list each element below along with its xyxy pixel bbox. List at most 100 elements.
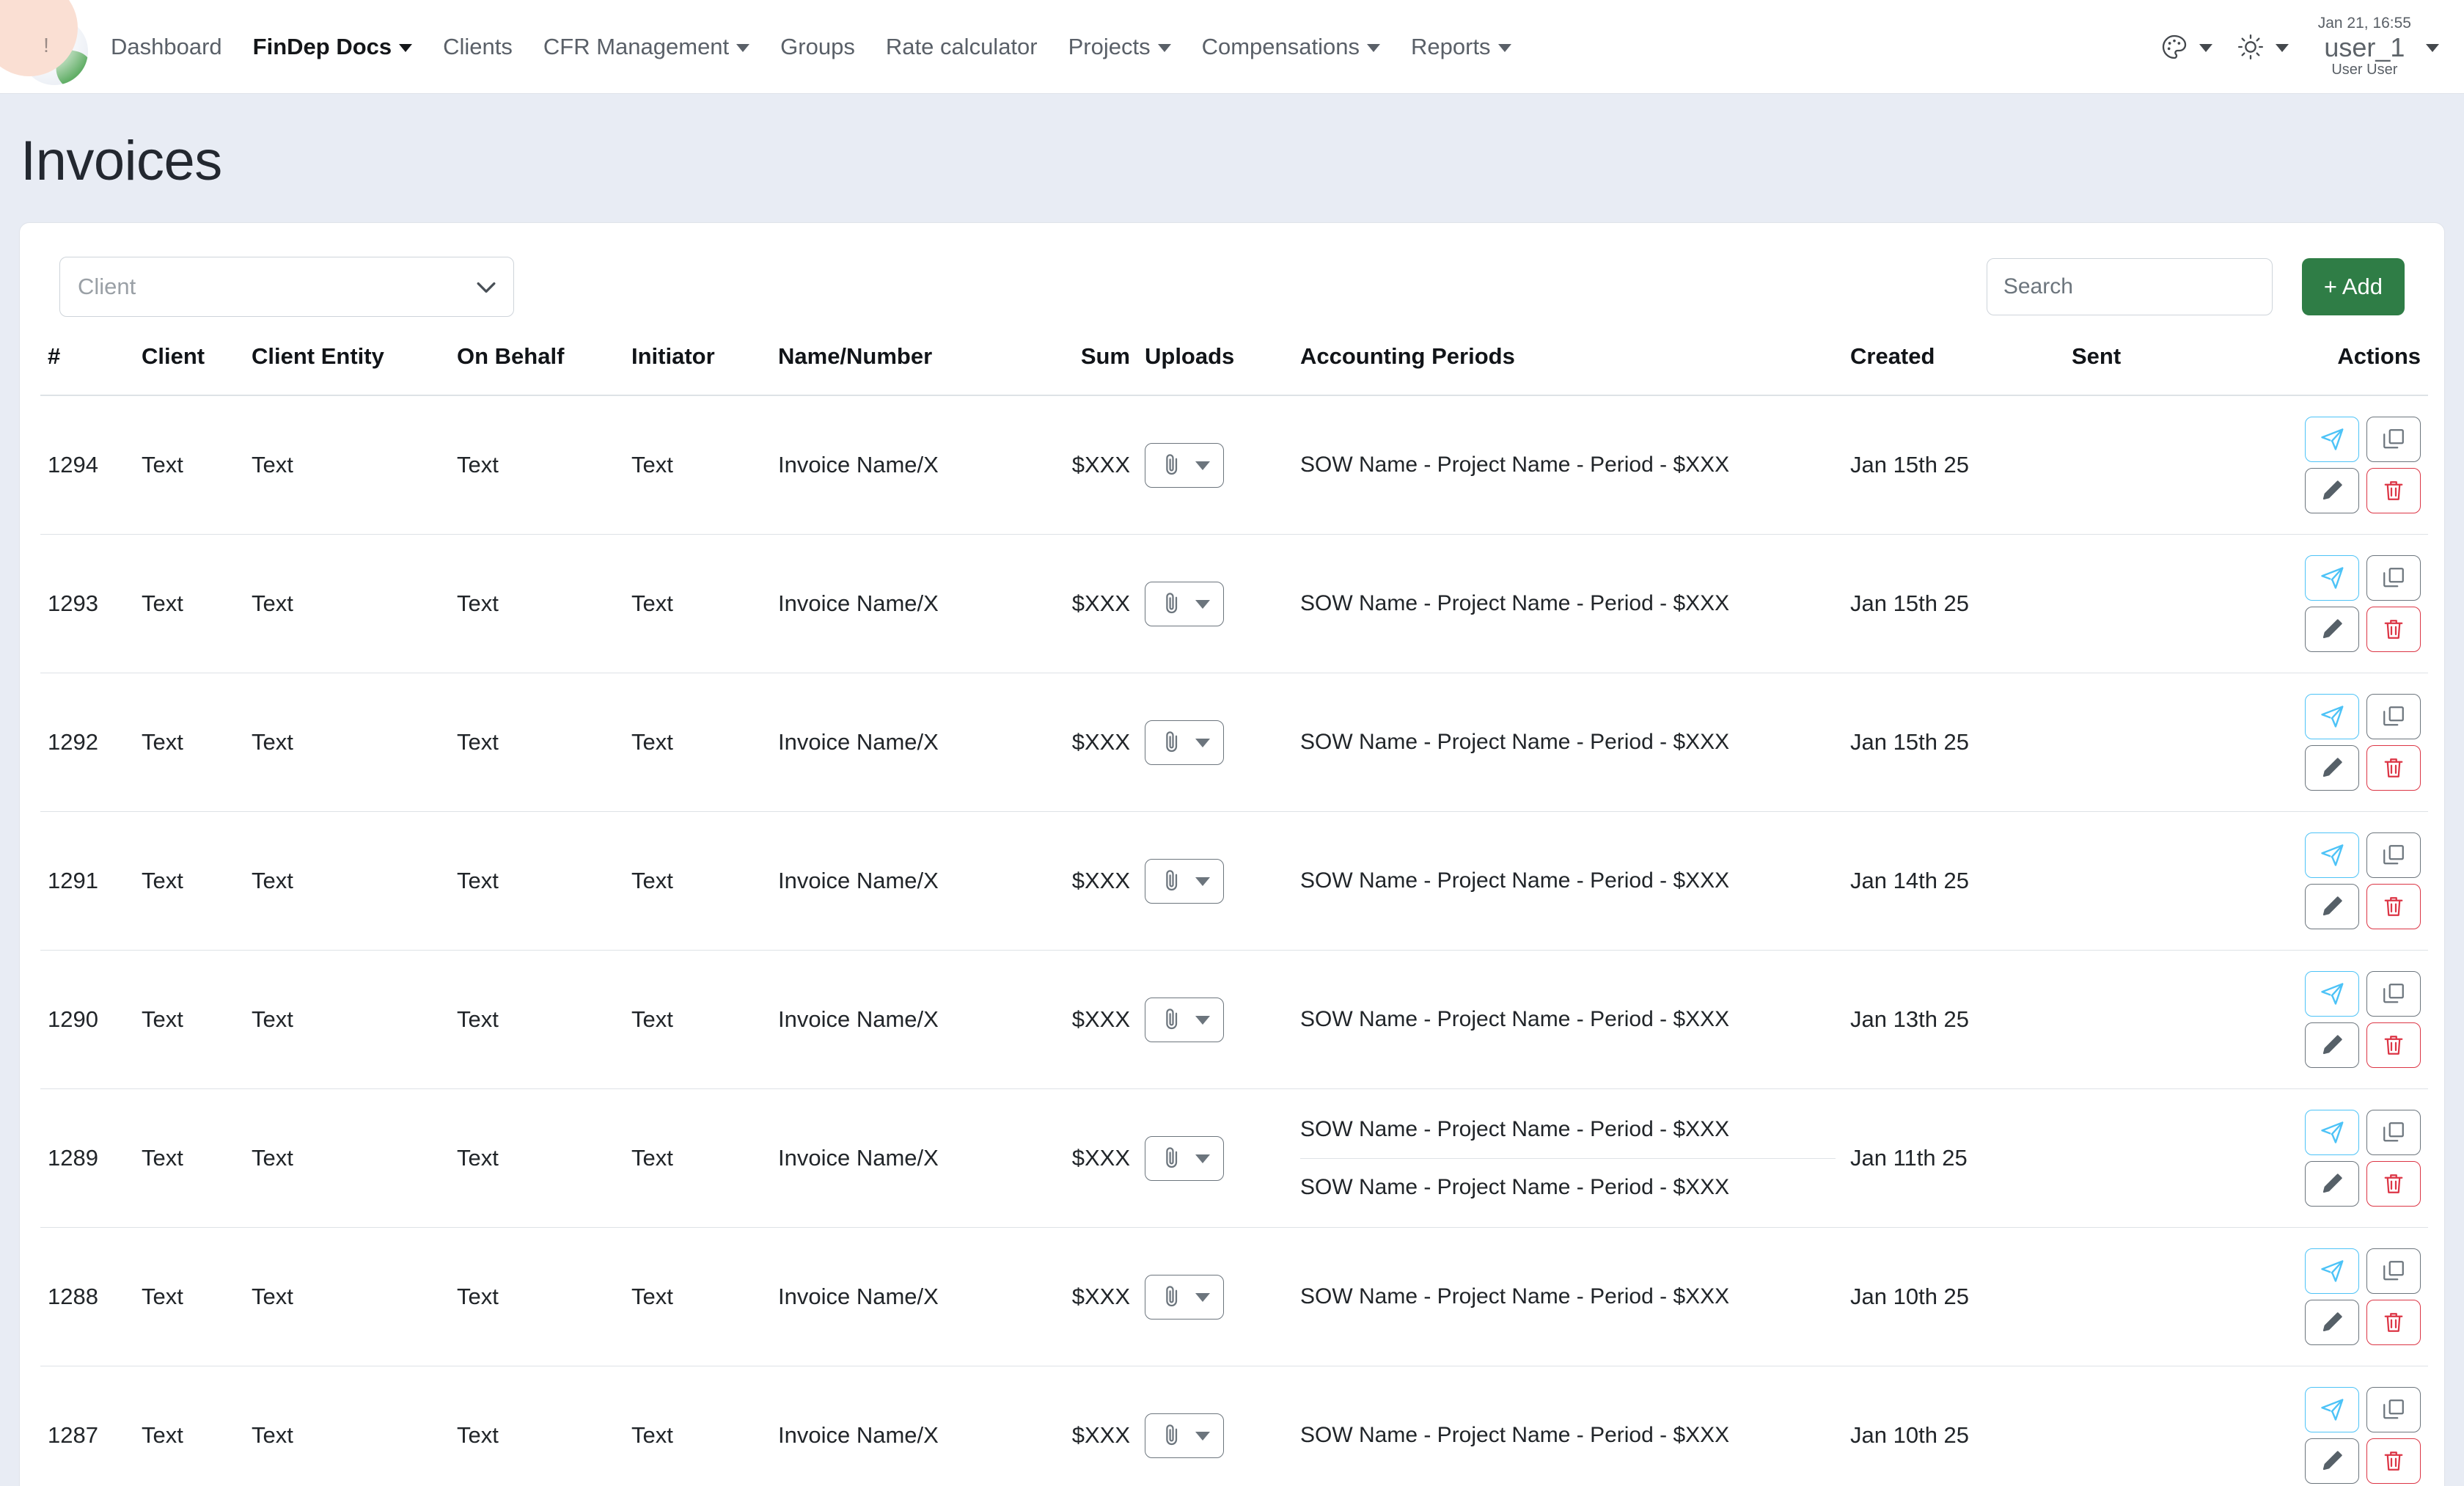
delete-button[interactable] — [2366, 1438, 2421, 1484]
cell-on-behalf: Text — [450, 950, 624, 1089]
send-icon — [2319, 703, 2345, 730]
theme-picker-button[interactable] — [2148, 32, 2224, 62]
column-header-sum[interactable]: Sum — [1051, 339, 1137, 396]
copy-button[interactable] — [2366, 971, 2421, 1017]
brightness-button[interactable] — [2224, 32, 2300, 62]
delete-button[interactable] — [2366, 1161, 2421, 1207]
pencil-icon — [2319, 616, 2345, 643]
accounting-periods-list: SOW Name - Project Name - Period - $XXX — [1300, 1419, 1836, 1452]
edit-button[interactable] — [2305, 607, 2359, 652]
table-row[interactable]: 1287 Text Text Text Text Invoice Name/X $XXX SO… — [40, 1366, 2428, 1486]
table-row[interactable]: 1294 Text Text Text Text Invoice Name/X $XXX SO… — [40, 395, 2428, 535]
uploads-dropdown-button[interactable] — [1145, 1274, 1224, 1320]
send-button[interactable] — [2305, 1248, 2359, 1294]
trash-icon — [2380, 616, 2407, 643]
delete-button[interactable] — [2366, 1022, 2421, 1068]
client-filter-select[interactable]: Client — [59, 257, 514, 317]
add-button[interactable]: + Add — [2301, 258, 2405, 315]
nav-item-rate-calculator[interactable]: Rate calculator — [870, 35, 1053, 58]
search-input[interactable] — [1986, 258, 2273, 315]
cell-accounting-periods: SOW Name - Project Name - Period - $XXX — [1293, 395, 1843, 535]
cell-client-entity: Text — [244, 673, 450, 812]
column-header-initiator[interactable]: Initiator — [624, 339, 771, 396]
column-header-client-entity[interactable]: Client Entity — [244, 339, 450, 396]
delete-button[interactable] — [2366, 884, 2421, 929]
send-button[interactable] — [2305, 1387, 2359, 1432]
nav-item-projects[interactable]: Projects — [1053, 35, 1187, 58]
column-header-sent[interactable]: Sent — [2064, 339, 2254, 396]
column-header-name-number[interactable]: Name/Number — [771, 339, 1051, 396]
chevron-down-icon — [1367, 43, 1381, 52]
send-button[interactable] — [2305, 417, 2359, 462]
table-row[interactable]: 1291 Text Text Text Text Invoice Name/X $XXX SO… — [40, 811, 2428, 951]
send-button[interactable] — [2305, 971, 2359, 1017]
delete-button[interactable] — [2366, 468, 2421, 513]
uploads-dropdown-button[interactable] — [1145, 442, 1224, 488]
column-header-accounting-periods[interactable]: Accounting Periods — [1293, 339, 1843, 396]
copy-button[interactable] — [2366, 694, 2421, 739]
copy-button[interactable] — [2366, 1110, 2421, 1155]
table-row[interactable]: 1288 Text Text Text Text Invoice Name/X $XXX SO… — [40, 1227, 2428, 1366]
nav-item-findep-docs[interactable]: FinDep Docs — [238, 35, 428, 58]
cell-invoice-number: 1290 — [40, 950, 134, 1089]
table-row[interactable]: 1293 Text Text Text Text Invoice Name/X $XXX SO… — [40, 534, 2428, 673]
edit-button[interactable] — [2305, 1438, 2359, 1484]
cell-uploads — [1137, 534, 1293, 673]
column-header-client[interactable]: Client — [134, 339, 244, 396]
edit-button[interactable] — [2305, 1161, 2359, 1207]
uploads-dropdown-button[interactable] — [1145, 720, 1224, 765]
user-menu[interactable]: Jan 21, 16:55 user_1 User User — [2318, 15, 2439, 78]
send-button[interactable] — [2305, 555, 2359, 601]
cell-initiator: Text — [624, 811, 771, 951]
cell-sum: $XXX — [1051, 811, 1137, 951]
table-header: # Client Client Entity On Behalf Initiat… — [40, 339, 2428, 396]
edit-button[interactable] — [2305, 745, 2359, 791]
cell-client-entity: Text — [244, 1088, 450, 1228]
cell-sum: $XXX — [1051, 1366, 1137, 1486]
nav-item-label: FinDep Docs — [252, 34, 392, 59]
nav-item-groups[interactable]: Groups — [765, 35, 870, 58]
copy-button[interactable] — [2366, 555, 2421, 601]
cell-accounting-periods: SOW Name - Project Name - Period - $XXX — [1293, 673, 1843, 812]
nav-item-reports[interactable]: Reports — [1396, 35, 1527, 58]
copy-button[interactable] — [2366, 832, 2421, 878]
nav-item-clients[interactable]: Clients — [428, 35, 528, 58]
delete-button[interactable] — [2366, 1300, 2421, 1345]
delete-button[interactable] — [2366, 745, 2421, 791]
cell-sum: $XXX — [1051, 950, 1137, 1089]
copy-button[interactable] — [2366, 1387, 2421, 1432]
table-row[interactable]: 1292 Text Text Text Text Invoice Name/X $XXX SO… — [40, 673, 2428, 812]
table-row[interactable]: 1289 Text Text Text Text Invoice Name/X $XXX SO… — [40, 1088, 2428, 1228]
column-header-on-behalf[interactable]: On Behalf — [450, 339, 624, 396]
uploads-dropdown-button[interactable] — [1145, 1135, 1224, 1181]
column-header-uploads[interactable]: Uploads — [1137, 339, 1293, 396]
current-datetime: Jan 21, 16:55 — [2317, 14, 2411, 32]
cell-client: Text — [134, 673, 244, 812]
edit-button[interactable] — [2305, 468, 2359, 513]
brand-logo[interactable]: ! — [0, 0, 95, 94]
cell-created: Jan 10th 25 — [1843, 1366, 2064, 1486]
chevron-down-icon — [1195, 600, 1210, 609]
delete-button[interactable] — [2366, 607, 2421, 652]
cell-client: Text — [134, 1366, 244, 1486]
uploads-dropdown-button[interactable] — [1145, 858, 1224, 904]
column-header-number[interactable]: # — [40, 339, 134, 396]
edit-button[interactable] — [2305, 1300, 2359, 1345]
column-header-created[interactable]: Created — [1843, 339, 2064, 396]
chevron-down-icon — [736, 43, 750, 52]
uploads-dropdown-button[interactable] — [1145, 581, 1224, 626]
send-icon — [2319, 1119, 2345, 1146]
send-button[interactable] — [2305, 1110, 2359, 1155]
nav-item-dashboard[interactable]: Dashboard — [95, 35, 238, 58]
table-row[interactable]: 1290 Text Text Text Text Invoice Name/X $XXX SO… — [40, 950, 2428, 1089]
uploads-dropdown-button[interactable] — [1145, 1413, 1224, 1458]
nav-item-cfr-management[interactable]: CFR Management — [528, 35, 765, 58]
copy-button[interactable] — [2366, 417, 2421, 462]
edit-button[interactable] — [2305, 884, 2359, 929]
send-button[interactable] — [2305, 832, 2359, 878]
uploads-dropdown-button[interactable] — [1145, 997, 1224, 1042]
copy-button[interactable] — [2366, 1248, 2421, 1294]
nav-item-compensations[interactable]: Compensations — [1187, 35, 1396, 58]
send-button[interactable] — [2305, 694, 2359, 739]
edit-button[interactable] — [2305, 1022, 2359, 1068]
